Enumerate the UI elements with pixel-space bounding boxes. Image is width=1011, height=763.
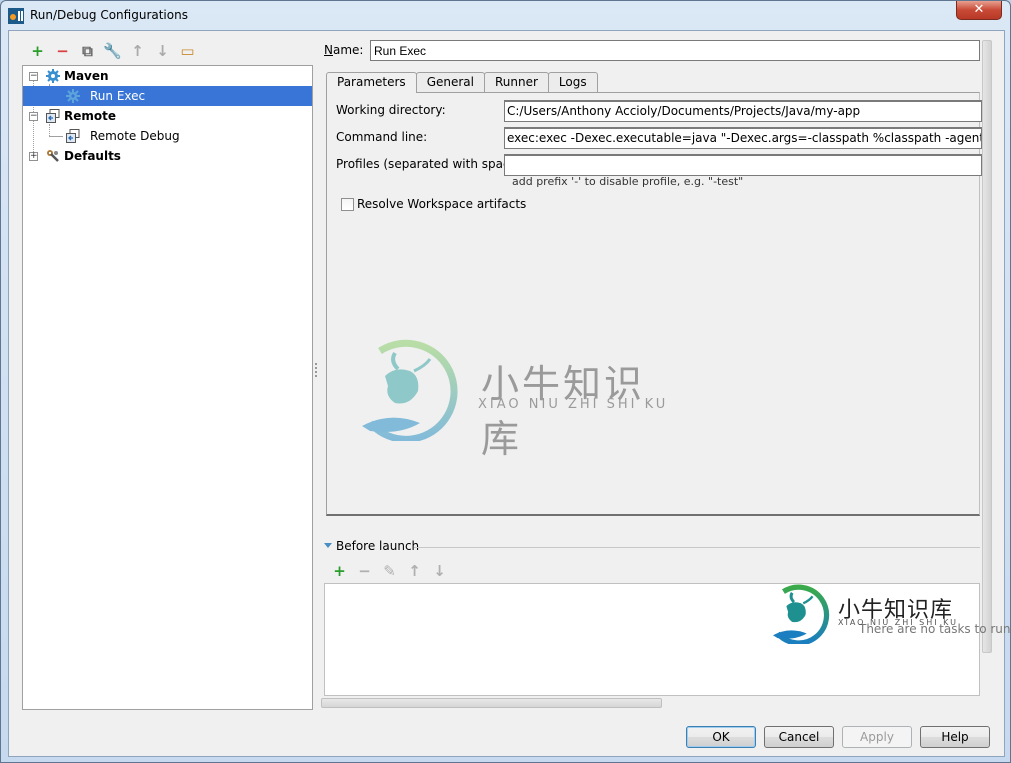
run-debug-dialog: Run/Debug Configurations ✕ + − ⧉ 🔧 ↑ ↓ ▭ − Mav… [0, 0, 1011, 763]
separator [414, 547, 980, 548]
copy-icon: ⧉ [82, 42, 93, 60]
remove-icon: − [56, 42, 69, 60]
before-launch-toolbar: + − ✎ ↑ ↓ [327, 561, 452, 581]
config-copy-button[interactable]: ⧉ [75, 41, 100, 61]
command-line-label: Command line: [336, 130, 428, 144]
wrench-icon [47, 150, 59, 162]
move-down-icon: ↓ [156, 42, 169, 60]
resolve-workspace-label[interactable]: Resolve Workspace artifacts [357, 197, 526, 211]
collapse-triangle-icon[interactable] [324, 543, 332, 548]
config-toolbar: + − ⧉ 🔧 ↑ ↓ ▭ [25, 41, 200, 61]
remove-icon: − [358, 562, 371, 580]
close-button[interactable]: ✕ [956, 1, 1002, 20]
edit-defaults-icon: 🔧 [103, 42, 122, 60]
folder-icon: ▭ [180, 42, 195, 60]
config-edit-defaults-button[interactable]: 🔧 [100, 41, 125, 61]
profiles-input[interactable] [504, 154, 982, 176]
help-button[interactable]: Help [920, 726, 990, 748]
before-launch-remove-button[interactable]: − [352, 561, 377, 581]
tree-node-remote[interactable]: − Remote [23, 106, 312, 126]
tree-node-label: Maven [64, 69, 109, 83]
tree-node-label: Remote Debug [90, 129, 180, 143]
remote-icon [66, 129, 80, 143]
panel-splitter[interactable] [313, 361, 319, 385]
vertical-scrollbar[interactable] [982, 40, 992, 653]
collapse-icon[interactable]: − [29, 112, 38, 121]
tab-parameters[interactable]: Parameters [326, 72, 417, 93]
command-line-input[interactable]: exec:exec -Dexec.executable=java "-Dexec… [504, 127, 982, 149]
maven-gear-icon [66, 89, 80, 103]
profiles-hint: add prefix '-' to disable profile, e.g. … [512, 175, 744, 188]
window-title: Run/Debug Configurations [30, 8, 188, 22]
bull-logo-icon [772, 584, 830, 644]
name-input[interactable] [370, 40, 980, 61]
cancel-button[interactable]: Cancel [764, 726, 834, 748]
add-icon: + [31, 42, 44, 60]
before-launch-edit-button[interactable]: ✎ [377, 561, 402, 581]
title-bar: Run/Debug Configurations ✕ [1, 1, 1010, 31]
watermark-text-en: XIAO NIU ZHI SHI KU [478, 397, 669, 412]
tree-node-label: Remote [64, 109, 117, 123]
tab-logs[interactable]: Logs [547, 72, 598, 92]
move-down-icon: ↓ [433, 562, 446, 580]
intellij-app-icon [8, 8, 24, 24]
tree-node-remote-debug[interactable]: Remote Debug [23, 126, 312, 146]
watermark-logo-small: 小牛知识库 XIAO NIU ZHI SHI KU [766, 580, 966, 650]
watermark-text-en: XIAO NIU ZHI SHI KU [838, 618, 959, 627]
tree-node-defaults[interactable]: + Defaults [23, 146, 312, 166]
before-launch-label: Before launch [336, 539, 420, 553]
config-folder-button[interactable]: ▭ [175, 41, 200, 61]
apply-button[interactable]: Apply [842, 726, 912, 748]
before-launch-add-button[interactable]: + [327, 561, 352, 581]
dialog-body: + − ⧉ 🔧 ↑ ↓ ▭ − Maven Run Exec − Remote … [8, 30, 1011, 757]
close-icon: ✕ [973, 2, 985, 17]
working-directory-input[interactable]: C:/Users/Anthony Accioly/Documents/Proje… [504, 100, 982, 122]
tab-general[interactable]: General [415, 72, 485, 92]
tree-node-label: Defaults [64, 149, 121, 163]
add-icon: + [333, 562, 346, 580]
before-launch-move-down-button[interactable]: ↓ [427, 561, 452, 581]
remote-icon [46, 109, 60, 123]
profiles-label: Profiles (separated with space): [336, 157, 526, 171]
name-label: Name: [324, 43, 364, 57]
watermark-logo: 小牛知识库 XIAO NIU ZHI SHI KU [350, 331, 670, 461]
tree-node-maven[interactable]: − Maven [23, 66, 312, 86]
before-launch-header[interactable]: Before launch [324, 539, 980, 555]
edit-icon: ✎ [383, 562, 396, 580]
working-directory-label: Working directory: [336, 103, 446, 117]
maven-gear-icon [46, 69, 60, 83]
expand-icon[interactable]: + [29, 152, 38, 161]
configuration-tree[interactable]: − Maven Run Exec − Remote Remote Debug +… [22, 65, 313, 710]
ok-button[interactable]: OK [686, 726, 756, 748]
config-remove-button[interactable]: − [50, 41, 75, 61]
config-add-button[interactable]: + [25, 41, 50, 61]
tab-runner[interactable]: Runner [483, 72, 549, 92]
config-move-up-button[interactable]: ↑ [125, 41, 150, 61]
config-move-down-button[interactable]: ↓ [150, 41, 175, 61]
move-up-icon: ↑ [131, 42, 144, 60]
horizontal-scrollbar[interactable] [321, 698, 662, 708]
tree-node-run-exec[interactable]: Run Exec [23, 86, 312, 106]
move-up-icon: ↑ [408, 562, 421, 580]
collapse-icon[interactable]: − [29, 72, 38, 81]
bull-logo-icon [362, 339, 458, 441]
before-launch-move-up-button[interactable]: ↑ [402, 561, 427, 581]
resolve-workspace-checkbox[interactable] [341, 198, 354, 211]
tree-node-label: Run Exec [90, 89, 146, 103]
config-tabs: Parameters General Runner Logs [326, 72, 598, 93]
